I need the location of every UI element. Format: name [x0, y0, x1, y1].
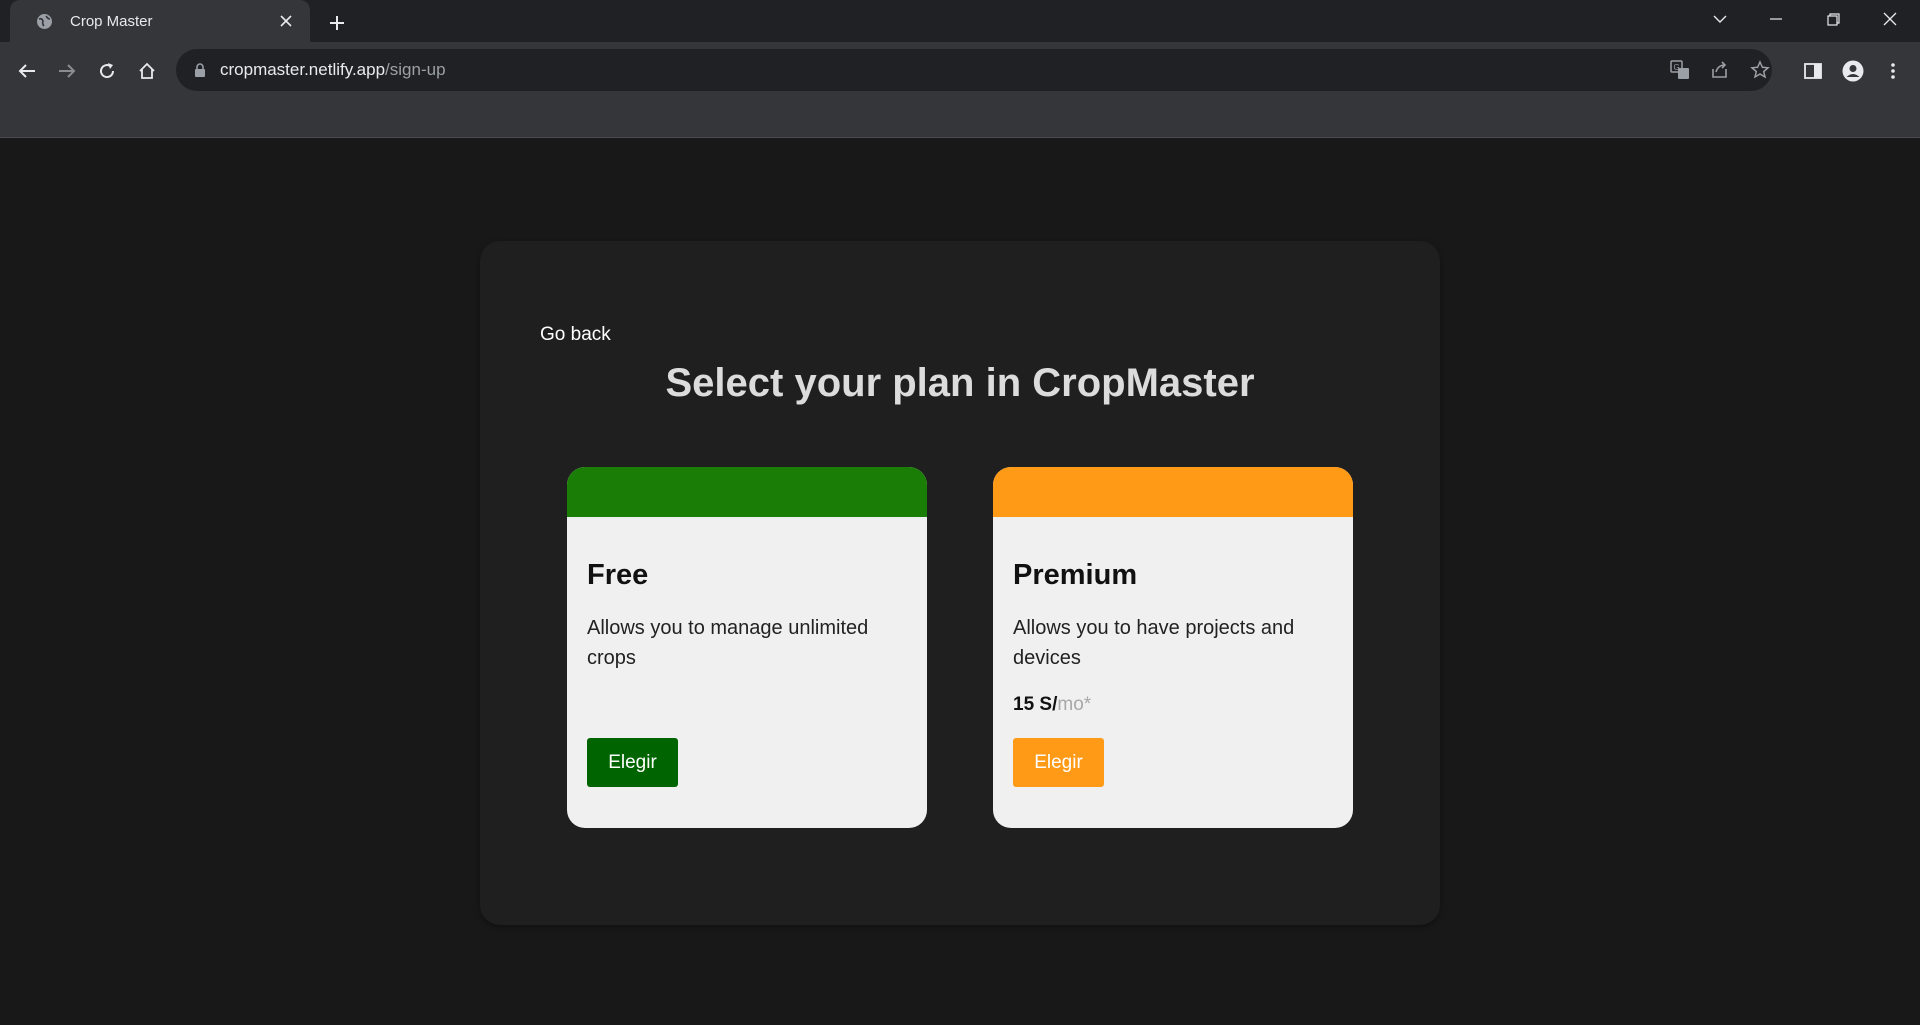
plan-accent-band — [567, 467, 927, 517]
profile-icon[interactable] — [1836, 54, 1870, 88]
star-icon[interactable] — [1748, 58, 1772, 82]
page-viewport: Go back Select your plan in CropMaster F… — [0, 139, 1920, 1025]
svg-text:G: G — [1674, 63, 1680, 72]
plan-description: Allows you to have projects and devices — [1013, 617, 1295, 669]
home-icon[interactable] — [130, 54, 164, 88]
plan-accent-band — [993, 467, 1353, 517]
price-unit: mo* — [1057, 694, 1092, 715]
go-back-link[interactable]: Go back — [540, 324, 611, 346]
choose-premium-button[interactable]: Elegir — [1013, 738, 1104, 787]
plan-card-premium: Premium Allows you to have projects and … — [993, 467, 1353, 828]
plan-description: Allows you to manage unlimited crops — [587, 617, 869, 669]
minimize-icon[interactable] — [1748, 0, 1804, 38]
plan-name: Premium — [1013, 559, 1138, 591]
reload-icon[interactable] — [90, 54, 124, 88]
restore-icon[interactable] — [1805, 0, 1861, 38]
lock-icon[interactable] — [194, 63, 206, 77]
browser-toolbar: cropmaster.netlify.app/sign-up G — [0, 42, 1920, 138]
translate-icon[interactable]: G — [1668, 58, 1692, 82]
url-text: cropmaster.netlify.app/sign-up — [220, 60, 446, 80]
price-amount: 15 S/ — [1013, 694, 1058, 715]
kebab-menu-icon[interactable] — [1876, 54, 1910, 88]
url-path: /sign-up — [385, 60, 446, 79]
url-host: cropmaster.netlify.app — [220, 60, 386, 79]
share-icon[interactable] — [1708, 58, 1732, 82]
address-bar[interactable]: cropmaster.netlify.app/sign-up G — [176, 49, 1772, 91]
browser-tab[interactable]: Crop Master — [10, 0, 310, 42]
plan-panel: Go back Select your plan in CropMaster F… — [480, 241, 1440, 925]
tab-search-icon[interactable] — [1692, 0, 1748, 38]
plan-price: 15 S/mo* — [1013, 694, 1091, 716]
tab-strip: Crop Master — [0, 0, 1920, 42]
choose-free-button[interactable]: Elegir — [587, 738, 678, 787]
plan-name: Free — [587, 559, 649, 591]
plan-card-free: Free Allows you to manage unlimited crop… — [567, 467, 927, 828]
tab-title: Crop Master — [70, 12, 153, 30]
arrow-left-icon[interactable] — [10, 54, 44, 88]
close-icon[interactable] — [276, 11, 296, 31]
close-window-icon[interactable] — [1862, 0, 1918, 38]
globe-icon — [35, 12, 54, 31]
side-panel-icon[interactable] — [1796, 54, 1830, 88]
plus-icon[interactable] — [324, 10, 350, 36]
page-title: Select your plan in CropMaster — [665, 361, 1255, 405]
arrow-right-icon[interactable] — [50, 54, 84, 88]
